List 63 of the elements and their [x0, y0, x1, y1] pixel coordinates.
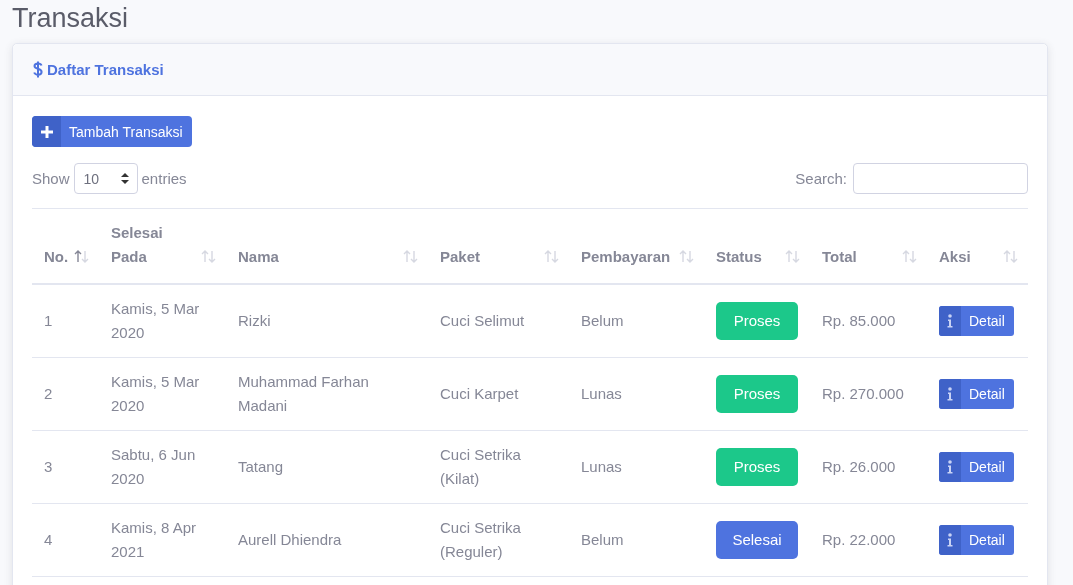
table-cell: Muhammad Farhan Madani [238, 373, 369, 414]
column-header[interactable]: Status [716, 245, 762, 269]
column-header[interactable]: Selesai Pada [111, 221, 199, 269]
status-badge: Proses [716, 448, 798, 486]
info-icon [947, 533, 953, 547]
sort-icon[interactable] [201, 250, 216, 263]
table-cell: Rizki [238, 312, 271, 329]
info-icon [947, 460, 953, 474]
sort-icon[interactable] [902, 250, 917, 263]
table-cell: Aurell Dhiendra [238, 531, 342, 548]
dollar-icon [33, 61, 43, 78]
table-cell: Kamis, 5 Mar 2020 [111, 373, 200, 414]
column-header[interactable]: No. [44, 245, 69, 269]
sort-icon[interactable] [74, 250, 89, 263]
sort-icon[interactable] [1003, 250, 1018, 263]
table-cell: 3 [44, 458, 53, 475]
status-badge: Proses [716, 302, 798, 340]
sort-icon[interactable] [544, 250, 559, 263]
table-cell: Cuci Selimut [440, 312, 525, 329]
status-badge: Selesai [716, 521, 798, 559]
sort-icon[interactable] [403, 250, 418, 263]
table-cell: 2 [44, 385, 53, 402]
table-cell: Rp. 22.000 [822, 531, 896, 548]
card-title: Daftar Transaksi [47, 61, 164, 78]
search-label: Search: [795, 170, 847, 187]
column-header[interactable]: Total [822, 245, 857, 269]
table-cell: Tatang [238, 458, 284, 475]
table-cell: Belum [581, 312, 624, 329]
table-cell: Lunas [581, 385, 622, 402]
table-cell: Sabtu, 6 Jun 2020 [111, 446, 196, 487]
page-title: Transaksi [11, 2, 130, 35]
table-cell: Rp. 26.000 [822, 458, 896, 475]
info-icon [947, 387, 953, 401]
detail-button[interactable]: Detail [939, 452, 1014, 482]
sort-icon[interactable] [785, 250, 800, 263]
status-badge: Proses [716, 375, 798, 413]
column-header[interactable]: Paket [440, 245, 481, 269]
spinner-icon [120, 173, 129, 184]
entries-dropdown[interactable]: 10 [73, 163, 138, 194]
sort-icon[interactable] [679, 250, 694, 263]
table-cell: Cuci Karpet [440, 385, 519, 402]
detail-button[interactable]: Detail [939, 525, 1014, 555]
table-cell: 1 [44, 312, 53, 329]
info-icon [947, 314, 953, 328]
table-cell: Kamis, 8 Apr 2021 [111, 519, 197, 560]
table-cell: Kamis, 5 Mar 2020 [111, 300, 200, 341]
search-field[interactable] [853, 163, 1028, 194]
column-header[interactable]: Pembayaran [581, 245, 671, 269]
add-transaction-button[interactable]: Tambah Transaksi [32, 116, 192, 147]
detail-button[interactable]: Detail [939, 379, 1014, 409]
table-cell: Rp. 85.000 [822, 312, 896, 329]
show-label: Show [32, 170, 70, 187]
table-cell: Cuci Setrika (Kilat) [440, 446, 521, 487]
column-header[interactable]: Nama [238, 245, 279, 269]
entries-label: entries [141, 170, 187, 187]
column-header[interactable]: Aksi [939, 245, 971, 269]
table-cell: Lunas [581, 458, 622, 475]
table-cell: Cuci Setrika (Reguler) [440, 519, 521, 560]
plus-icon [40, 125, 53, 138]
table-cell: Rp. 270.000 [822, 385, 904, 402]
detail-button[interactable]: Detail [939, 306, 1014, 336]
table-cell: 4 [44, 531, 53, 548]
table-cell: Belum [581, 531, 624, 548]
